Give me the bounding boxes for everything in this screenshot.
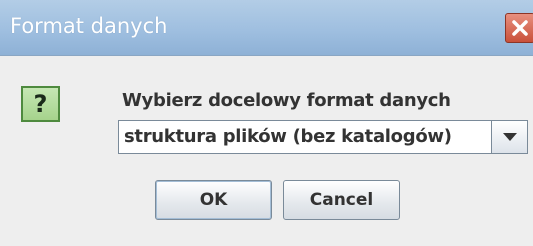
close-button[interactable]	[505, 13, 533, 43]
chevron-down-icon	[503, 133, 517, 141]
dialog-titlebar[interactable]: Format danych	[0, 0, 533, 56]
format-combobox-value: struktura plików (bez katalogów)	[124, 126, 452, 147]
combobox-arrow-button[interactable]	[491, 121, 527, 153]
dialog-title: Format danych	[10, 14, 168, 38]
question-icon: ?	[21, 86, 60, 122]
close-icon	[512, 20, 528, 36]
cancel-button[interactable]: Cancel	[283, 180, 400, 220]
ok-button[interactable]: OK	[155, 180, 272, 220]
format-dialog: Format danych ? Wybierz docelowy format …	[0, 0, 533, 246]
format-combobox[interactable]: struktura plików (bez katalogów)	[118, 120, 528, 154]
dialog-message: Wybierz docelowy format danych	[122, 90, 451, 111]
